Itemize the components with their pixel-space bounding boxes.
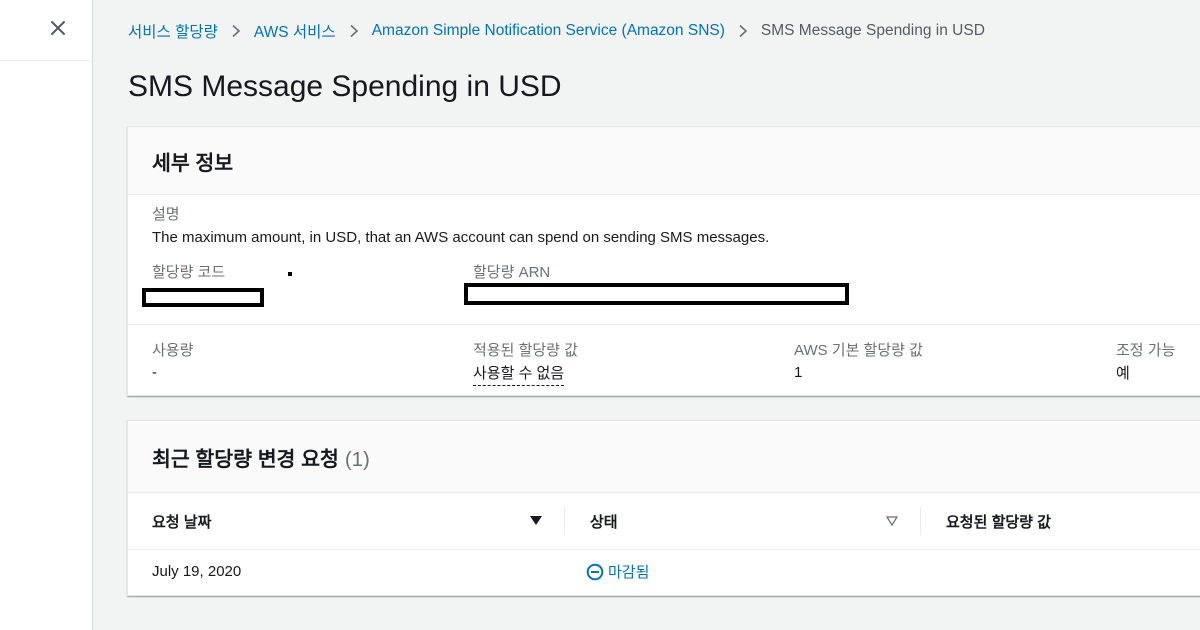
details-title: 세부 정보 xyxy=(152,151,234,175)
applied-quota-label: 적용된 할당량 값 xyxy=(473,342,578,359)
chevron-right-icon xyxy=(349,24,359,38)
requests-panel: 최근 할당량 변경 요청 (1) 요청 날짜 상태 요청된 할당량 값 July … xyxy=(127,420,1200,596)
quota-arn-redacted xyxy=(464,283,849,305)
usage-label: 사용량 xyxy=(152,342,194,359)
description-value: The maximum amount, in USD, that an AWS … xyxy=(152,229,770,246)
details-divider xyxy=(128,324,1200,325)
column-divider xyxy=(564,507,565,535)
close-button[interactable] xyxy=(44,14,72,42)
description-label: 설명 xyxy=(152,206,180,223)
details-panel: 세부 정보 설명 The maximum amount, in USD, tha… xyxy=(127,126,1200,396)
adjustable-value: 예 xyxy=(1116,365,1130,382)
requests-title-text: 최근 할당량 변경 요청 xyxy=(152,447,339,471)
column-header-date[interactable]: 요청 날짜 xyxy=(152,493,211,549)
side-panel xyxy=(0,0,93,630)
breadcrumb-service-quotas[interactable]: 서비스 할당량 xyxy=(128,20,218,42)
redaction-mark xyxy=(288,272,292,276)
close-icon xyxy=(51,21,65,35)
requests-header: 최근 할당량 변경 요청 (1) xyxy=(128,421,1200,493)
side-divider xyxy=(0,60,93,61)
sort-descending-icon[interactable] xyxy=(528,513,544,529)
sort-icon[interactable] xyxy=(884,513,900,529)
adjustable-label: 조정 가능 xyxy=(1116,342,1176,359)
applied-quota-value[interactable]: 사용할 수 없음 xyxy=(473,362,565,386)
default-quota-value: 1 xyxy=(794,364,803,381)
quota-code-redacted xyxy=(142,288,264,307)
quota-code-label: 할당량 코드 xyxy=(152,264,226,281)
column-divider xyxy=(920,507,921,535)
table-row[interactable]: July 19, 2020 마감됨 xyxy=(128,550,1200,596)
breadcrumb-sns[interactable]: Amazon Simple Notification Service (Amaz… xyxy=(372,22,725,40)
request-status: 마감됨 xyxy=(586,561,649,582)
requests-title: 최근 할당량 변경 요청 (1) xyxy=(152,442,370,472)
quota-arn-label: 할당량 ARN xyxy=(473,264,551,281)
usage-value: - xyxy=(152,364,157,381)
request-status-label: 마감됨 xyxy=(608,564,650,581)
details-header: 세부 정보 xyxy=(128,127,1200,195)
column-header-status[interactable]: 상태 xyxy=(590,493,618,549)
breadcrumb-aws-services[interactable]: AWS 서비스 xyxy=(254,20,336,42)
breadcrumb: 서비스 할당량 AWS 서비스 Amazon Simple Notificati… xyxy=(128,20,985,42)
default-quota-label: AWS 기본 할당량 값 xyxy=(794,342,923,359)
table-header: 요청 날짜 상태 요청된 할당량 값 xyxy=(128,493,1200,549)
breadcrumb-current: SMS Message Spending in USD xyxy=(760,22,985,39)
column-header-requested[interactable]: 요청된 할당량 값 xyxy=(946,493,1051,549)
requests-count: (1) xyxy=(344,447,370,471)
page-title: SMS Message Spending in USD xyxy=(128,70,562,103)
chevron-right-icon xyxy=(231,24,241,38)
minus-circle-icon xyxy=(586,563,604,580)
chevron-right-icon xyxy=(738,24,748,38)
request-date: July 19, 2020 xyxy=(152,563,242,580)
